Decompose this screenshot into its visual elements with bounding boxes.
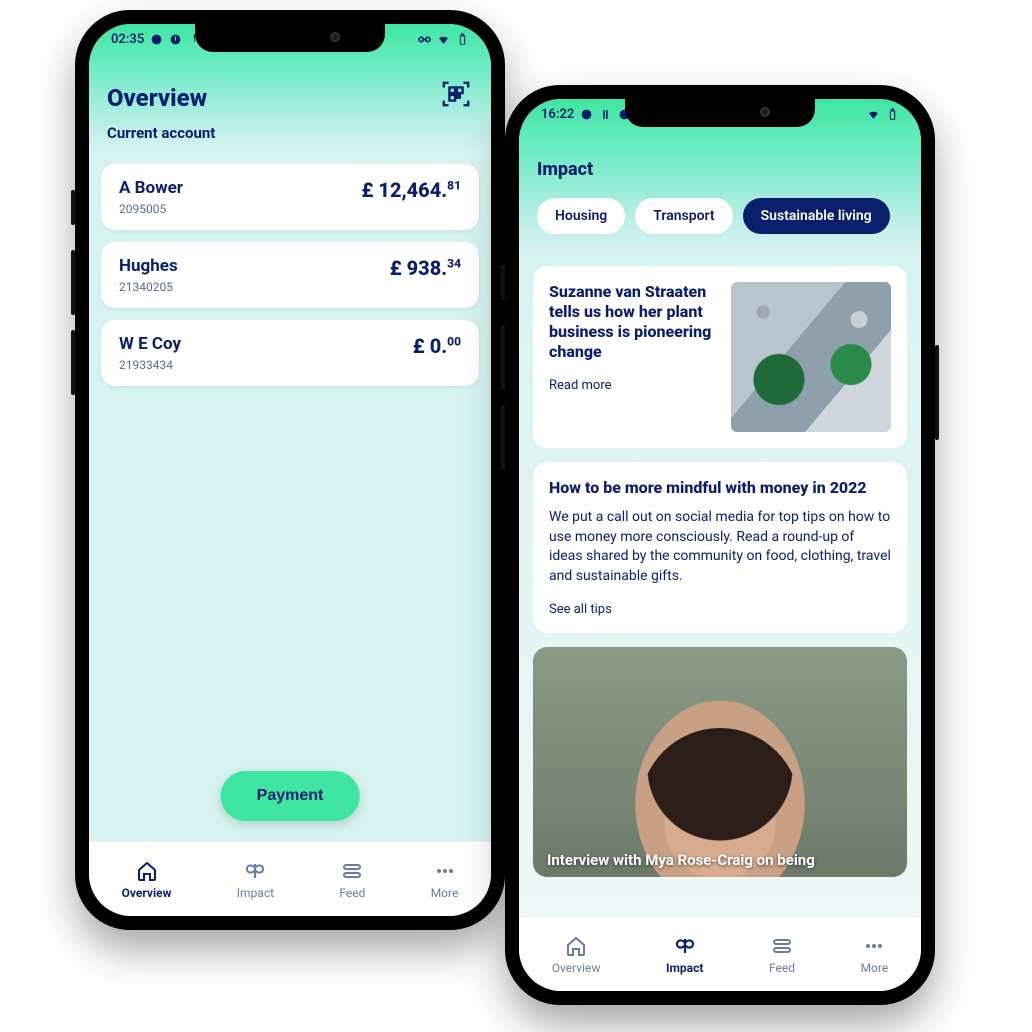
account-number: 21933434	[119, 358, 181, 372]
phone-impact: 16:22 Impact Housing Transport Sustainab…	[505, 85, 935, 1005]
qr-scan-icon[interactable]	[441, 79, 471, 109]
nav-label: More	[861, 961, 889, 975]
nav-more[interactable]: More	[861, 934, 889, 975]
feed-icon	[770, 934, 794, 958]
nav-label: Impact	[666, 961, 703, 975]
battery-icon	[456, 33, 469, 46]
article-card[interactable]: Interview with Mya Rose-Craig on being	[533, 647, 907, 877]
status-icon	[599, 108, 612, 121]
device-notch	[195, 24, 385, 52]
account-number: 21340205	[119, 280, 178, 294]
status-time: 02:35	[111, 32, 144, 47]
butterfly-icon	[243, 859, 267, 883]
nav-label: Overview	[122, 886, 172, 900]
article-title: Suzanne van Straaten tells us how her pl…	[549, 282, 719, 362]
account-balance: £ 938.34	[390, 256, 461, 280]
wifi-icon	[867, 108, 880, 121]
nav-label: Feed	[769, 961, 795, 975]
nav-more[interactable]: More	[431, 859, 459, 900]
accounts-list: A Bower 2095005 £ 12,464.81 Hughes 21340…	[89, 152, 491, 841]
battery-icon	[886, 108, 899, 121]
screen-overview: 02:35 Overview Curren	[89, 24, 491, 916]
accounts-section-label: Current account	[107, 124, 473, 142]
article-card[interactable]: Suzanne van Straaten tells us how her pl…	[533, 266, 907, 448]
nav-feed[interactable]: Feed	[339, 859, 365, 900]
bottom-nav: Overview Impact Feed More	[89, 841, 491, 916]
phone-overview: 02:35 Overview Curren	[75, 10, 505, 930]
chip-housing[interactable]: Housing	[537, 198, 625, 234]
link-icon	[418, 33, 431, 46]
account-number: 2095005	[119, 202, 183, 216]
screen-impact: 16:22 Impact Housing Transport Sustainab…	[519, 99, 921, 991]
article-title: How to be more mindful with money in 202…	[549, 478, 891, 498]
account-card[interactable]: A Bower 2095005 £ 12,464.81	[101, 164, 479, 230]
status-icon	[169, 33, 182, 46]
device-notch	[625, 99, 815, 127]
wifi-icon	[437, 33, 450, 46]
status-icon	[150, 33, 163, 46]
chip-sustainable-living[interactable]: Sustainable living	[743, 198, 890, 234]
more-icon	[433, 859, 457, 883]
nav-label: Feed	[339, 886, 365, 900]
feed-icon	[340, 859, 364, 883]
nav-label: More	[431, 886, 459, 900]
category-chips: Housing Transport Sustainable living	[537, 198, 903, 234]
nav-impact[interactable]: Impact	[666, 934, 703, 975]
account-card[interactable]: W E Coy 21933434 £ 0.00	[101, 320, 479, 386]
see-all-tips-link[interactable]: See all tips	[549, 602, 612, 617]
account-balance: £ 0.00	[413, 334, 461, 358]
status-icon	[580, 108, 593, 121]
nav-label: Overview	[552, 961, 601, 975]
nav-feed[interactable]: Feed	[769, 934, 795, 975]
chip-transport[interactable]: Transport	[635, 198, 732, 234]
read-more-link[interactable]: Read more	[549, 378, 612, 393]
nav-overview[interactable]: Overview	[552, 934, 601, 975]
article-overlay-title: Interview with Mya Rose-Craig on being	[547, 851, 893, 869]
account-name: W E Coy	[119, 334, 181, 354]
status-time: 16:22	[541, 107, 574, 122]
article-body: We put a call out on social media for to…	[549, 508, 891, 586]
payment-button[interactable]: Payment	[221, 771, 360, 821]
account-name: Hughes	[119, 256, 178, 276]
more-icon	[862, 934, 886, 958]
butterfly-icon	[673, 934, 697, 958]
bottom-nav: Overview Impact Feed More	[519, 916, 921, 991]
page-title: Impact	[537, 159, 903, 180]
impact-feed[interactable]: Suzanne van Straaten tells us how her pl…	[519, 252, 921, 916]
account-balance: £ 12,464.81	[361, 178, 461, 202]
nav-impact[interactable]: Impact	[237, 859, 274, 900]
account-name: A Bower	[119, 178, 183, 198]
nav-label: Impact	[237, 886, 274, 900]
home-icon	[564, 934, 588, 958]
article-card[interactable]: How to be more mindful with money in 202…	[533, 462, 907, 633]
account-card[interactable]: Hughes 21340205 £ 938.34	[101, 242, 479, 308]
home-icon	[135, 859, 159, 883]
nav-overview[interactable]: Overview	[122, 859, 172, 900]
page-title: Overview	[107, 84, 473, 112]
article-image	[731, 282, 891, 432]
